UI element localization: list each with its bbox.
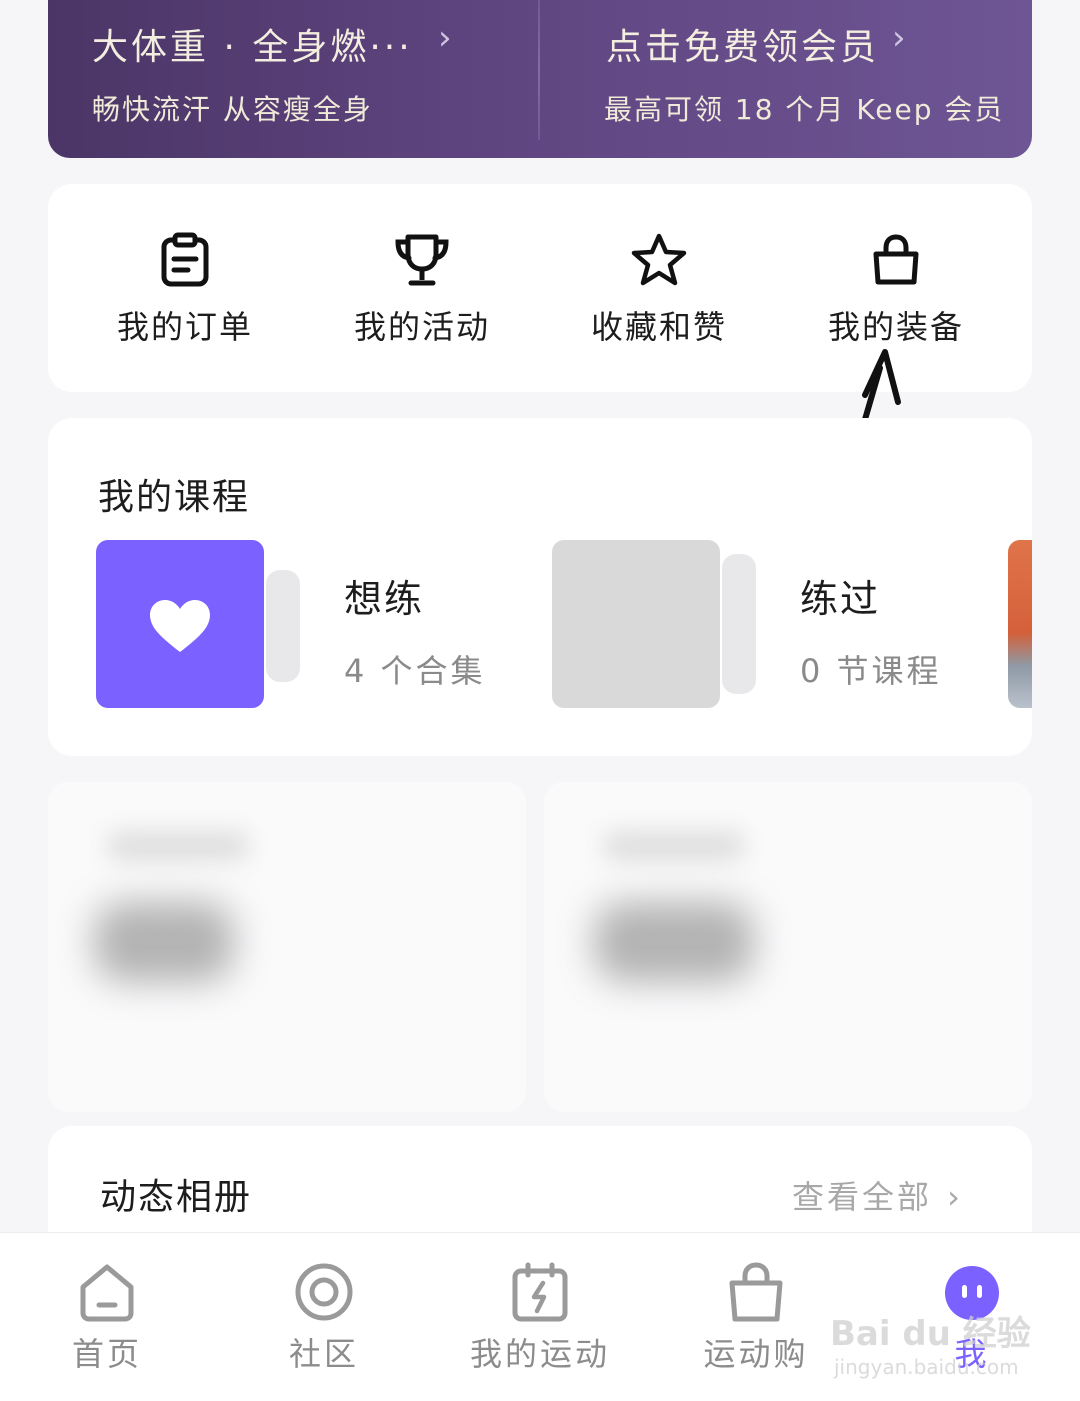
heart-icon [150,600,210,652]
promo-right-subtitle: 最高可领 18 个月 Keep 会员 [604,93,1005,126]
trophy-icon [395,234,449,286]
promo-right-card[interactable]: 点击免费领会员 › 最高可领 18 个月 Keep 会员 [540,0,1032,140]
quick-action-equipment[interactable]: 我的装备 [796,232,996,348]
chevron-right-icon: › [438,18,452,58]
blurred-card [544,782,1032,1112]
course-name: 想练 [344,577,425,621]
promo-left-title: 大体重 · 全身燃··· [92,27,413,68]
course-thumbnail [552,540,720,708]
course-name: 练过 [800,577,881,621]
tab-label: 社区 [288,1335,359,1373]
quick-action-label: 我的活动 [353,308,490,346]
course-item-done[interactable]: 练过 0 节课程 [552,540,972,710]
quick-action-favorites[interactable]: 收藏和赞 [559,232,759,348]
blurred-text [604,832,744,860]
tab-community[interactable]: 社区 [234,1261,414,1375]
order-clipboard-icon [161,232,209,287]
section-title-album: 动态相册 [100,1177,253,1218]
shopping-bag-icon [873,234,919,285]
blurred-card [48,782,526,1112]
thumbnail-stack [266,570,300,682]
calendar-bolt-icon [512,1262,568,1322]
thumbnail-stack [722,554,756,694]
course-subtitle: 0 节课程 [800,652,942,690]
promo-banner: 大体重 · 全身燃··· › 畅快流汗 从容瘦全身 点击免费领会员 › 最高可领… [48,0,1032,158]
quick-action-label: 我的订单 [116,308,253,346]
tab-shop[interactable]: 运动购 [666,1261,846,1375]
star-icon [631,233,687,286]
section-title-courses: 我的课程 [98,477,251,518]
watermark: Bai du 经验 jingyan.baidu.com [830,1306,1031,1379]
promo-left-subtitle: 畅快流汗 从容瘦全身 [92,93,373,126]
course-item-want[interactable]: 想练 4 个合集 [96,540,516,710]
course-thumbnail-partial[interactable] [1008,540,1032,708]
blurred-value [594,902,754,982]
see-all-link[interactable]: 查看全部 › [792,1172,963,1218]
shopping-bag-icon [729,1262,783,1322]
tab-label: 运动购 [703,1335,809,1373]
community-ring-icon [295,1263,353,1321]
quick-action-orders[interactable]: 我的订单 [85,232,285,348]
tab-home[interactable]: 首页 [17,1261,197,1375]
blurred-text [108,832,248,860]
watermark-logo: Bai du 经验 [830,1314,1031,1354]
chevron-right-icon: › [947,1178,963,1216]
course-subtitle: 4 个合集 [344,652,486,690]
watermark-url: jingyan.baidu.com [834,1355,1019,1379]
quick-action-label: 收藏和赞 [590,308,727,346]
promo-right-title: 点击免费领会员 [606,27,880,68]
tab-my-sports[interactable]: 我的运动 [450,1261,630,1375]
blurred-value [94,902,234,982]
quick-action-activities[interactable]: 我的活动 [322,232,522,348]
promo-left-card[interactable]: 大体重 · 全身燃··· › 畅快流汗 从容瘦全身 [48,0,538,140]
course-thumbnail [96,540,264,708]
tab-label: 我的运动 [469,1335,610,1373]
see-all-label: 查看全部 [792,1178,933,1216]
tab-label: 首页 [71,1335,142,1373]
chevron-right-icon: › [892,18,906,58]
home-icon [80,1264,134,1322]
my-courses-card: 我的课程 想练 4 个合集 练过 0 节课程 [48,418,1032,756]
